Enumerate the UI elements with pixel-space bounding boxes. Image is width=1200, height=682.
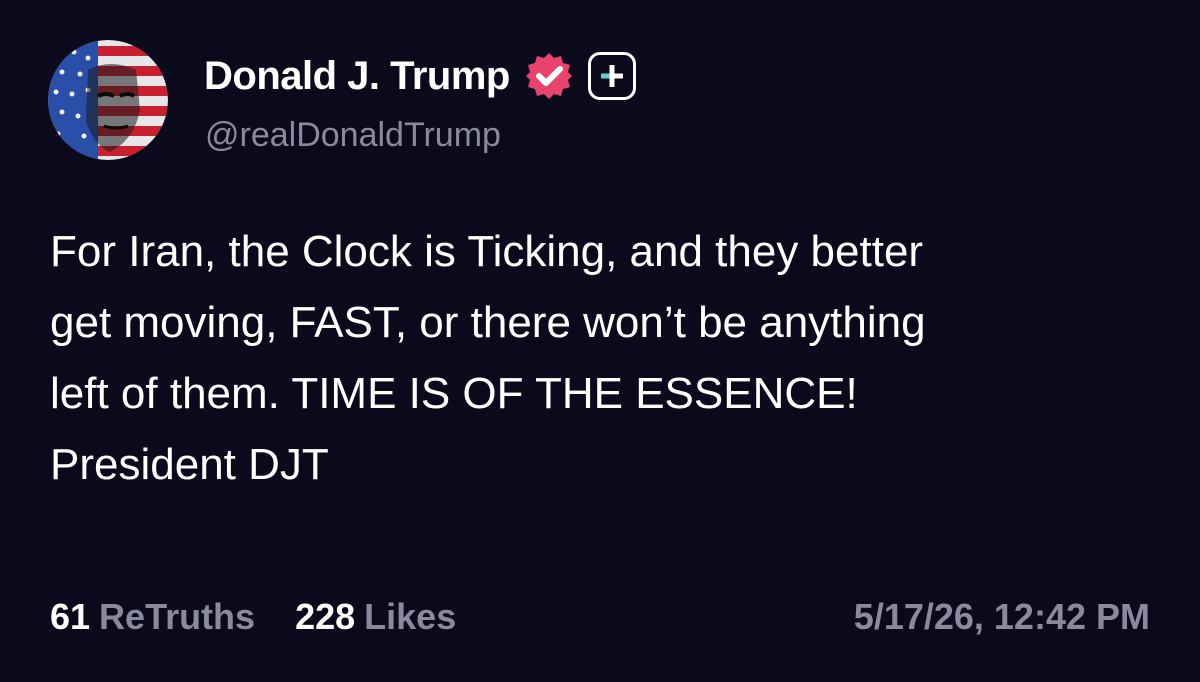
avatar[interactable] [48, 40, 168, 160]
post-body-line: President DJT [50, 440, 329, 489]
author-display-name[interactable]: Donald J. Trump [204, 54, 510, 99]
post-body: For Iran, the Clock is Ticking, and they… [50, 216, 1160, 500]
post-body-line: get moving, FAST, or there won’t be anyt… [50, 298, 926, 347]
retruths-count: 61 [50, 596, 91, 637]
retruths-stat[interactable]: 61 ReTruths [50, 596, 255, 638]
post-timestamp: 5/17/26, 12:42 PM [853, 596, 1150, 637]
plus-badge-icon [587, 52, 636, 100]
post-stats: 61 ReTruths 228 Likes [50, 592, 496, 642]
likes-count: 228 [295, 596, 356, 637]
retruths-label: ReTruths [99, 596, 256, 637]
likes-label: Likes [364, 596, 457, 637]
likes-stat[interactable]: 228 Likes [295, 596, 456, 638]
verified-badge-icon [524, 51, 574, 101]
post-body-line: For Iran, the Clock is Ticking, and they… [50, 227, 924, 276]
author-row: Donald J. Trump [204, 50, 636, 102]
author-handle[interactable]: @realDonaldTrump [205, 116, 501, 155]
avatar-image [48, 40, 168, 160]
post-card: Donald J. Trump @realDonaldTrump For Ira… [0, 0, 1200, 682]
post-body-line: left of them. TIME IS OF THE ESSENCE! [50, 369, 858, 418]
